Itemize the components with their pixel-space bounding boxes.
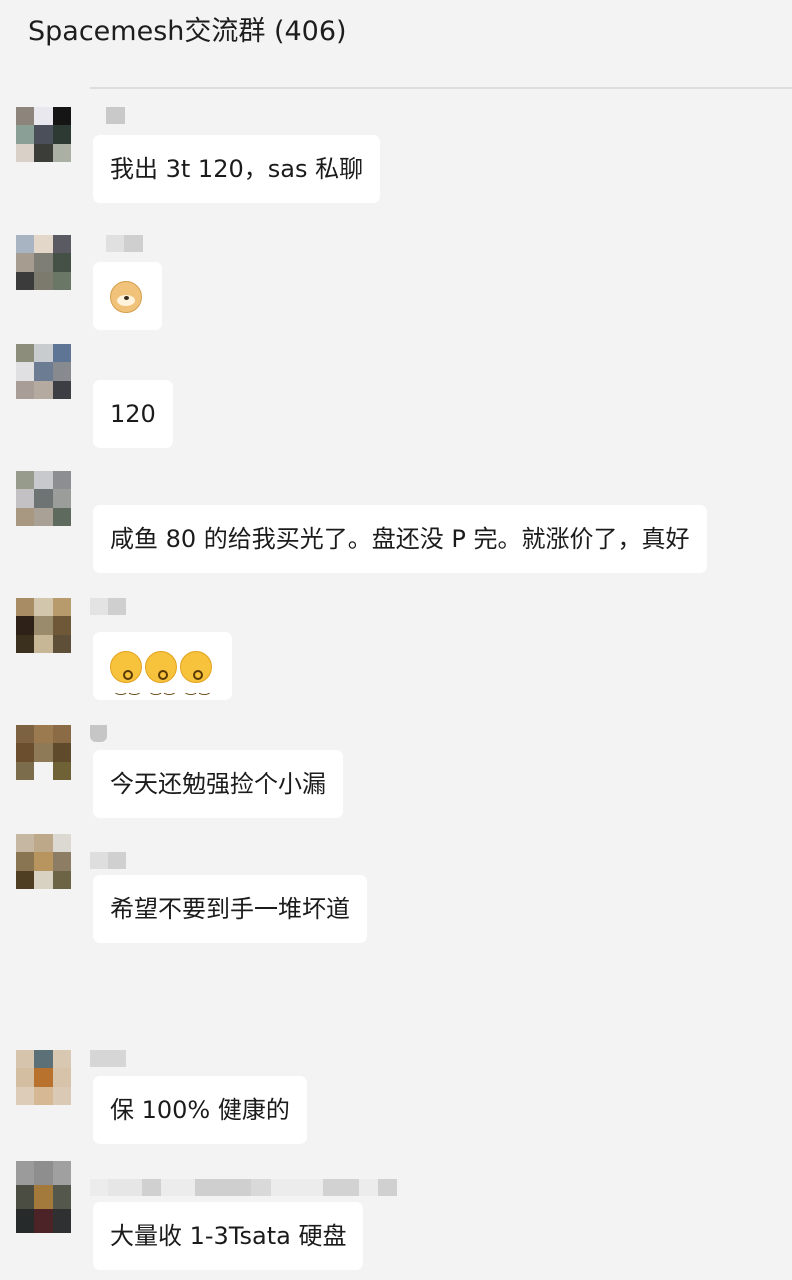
message-bubble[interactable]: 咸鱼 80 的给我买光了。盘还没 P 完。就涨价了，真好	[93, 505, 707, 573]
sender-name	[90, 852, 126, 869]
sender-name	[106, 235, 143, 252]
sender-name	[90, 1179, 397, 1196]
message-text: 大量收 1-3Tsata 硬盘	[110, 1222, 347, 1250]
message-text: 120	[110, 400, 156, 428]
sender-name	[90, 725, 107, 742]
avatar[interactable]	[16, 107, 71, 162]
message-text: 今天还勉强捡个小漏	[110, 770, 326, 798]
message-bubble[interactable]: 今天还勉强捡个小漏	[93, 750, 343, 818]
message-text: 我出 3t 120，sas 私聊	[110, 155, 364, 183]
avatar[interactable]	[16, 598, 71, 653]
message-bubble[interactable]: 120	[93, 380, 173, 448]
sender-name	[90, 1050, 126, 1067]
chat-title: Spacemesh交流群 (406)	[28, 16, 347, 47]
avatar[interactable]	[16, 1050, 71, 1105]
message-bubble[interactable]	[93, 262, 162, 330]
dog-face-icon	[110, 281, 142, 313]
message-text: 咸鱼 80 的给我买光了。盘还没 P 完。就涨价了，真好	[110, 525, 690, 553]
message-text: 希望不要到手一堆坏道	[110, 895, 350, 923]
message-bubble[interactable]: 我出 3t 120，sas 私聊	[93, 135, 381, 203]
kissing-face-icon	[110, 651, 142, 722]
header-divider	[90, 87, 792, 89]
avatar[interactable]	[16, 834, 71, 889]
message-bubble[interactable]: 希望不要到手一堆坏道	[93, 875, 367, 943]
message-text: 保 100% 健康的	[110, 1096, 290, 1124]
message-bubble[interactable]: 大量收 1-3Tsata 硬盘	[93, 1202, 364, 1270]
avatar[interactable]	[16, 471, 71, 526]
kissing-face-icon	[145, 651, 177, 722]
sender-name	[90, 598, 126, 615]
avatar[interactable]	[16, 344, 71, 399]
kissing-face-icon	[180, 651, 212, 722]
message-bubble[interactable]: 保 100% 健康的	[93, 1076, 307, 1144]
avatar[interactable]	[16, 235, 71, 290]
avatar[interactable]	[16, 1161, 71, 1233]
message-bubble[interactable]	[93, 632, 232, 722]
avatar[interactable]	[16, 725, 71, 780]
sender-name	[106, 107, 125, 124]
